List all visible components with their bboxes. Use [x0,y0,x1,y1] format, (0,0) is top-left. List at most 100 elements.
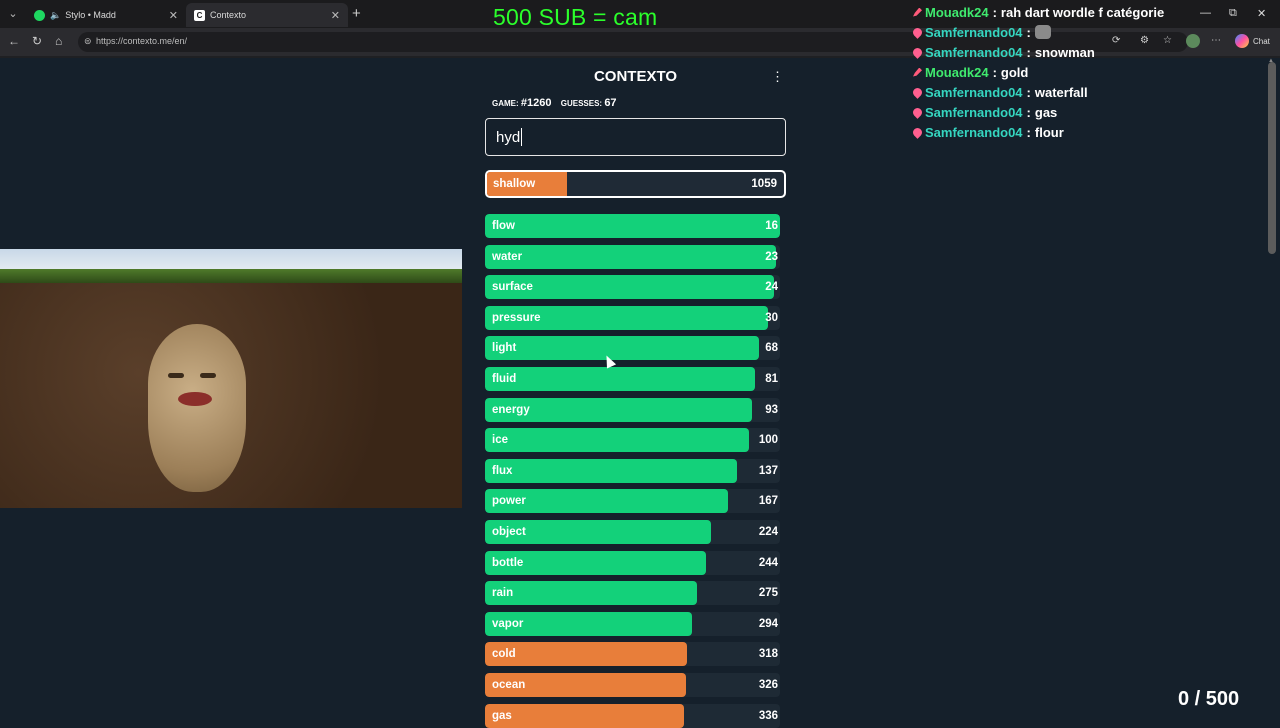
text-caret [521,128,522,146]
last-guess-word: shallow [493,178,536,190]
guess-row: rain 275 [485,581,780,606]
copilot-icon[interactable] [1235,34,1249,48]
restore-icon[interactable]: ⧉ [1229,7,1237,20]
pencil-badge-icon [913,67,922,77]
guess-row: ice 100 [485,428,780,453]
chat-message: Mouadk24: gold [913,62,1213,82]
chat-message: Samfernando04: flour [911,122,1213,142]
heart-badge-icon [911,85,924,99]
guess-word: flux [492,464,513,477]
guesses-count: 67 [604,97,617,109]
site-info-icon[interactable]: ⊜ [84,36,92,47]
guess-word: bottle [492,556,524,569]
speaker-icon[interactable]: 🔈 [50,10,61,21]
chat-username: Samfernando04 [925,24,1023,40]
chat-text: snowman [1034,44,1095,60]
heart-badge-icon [911,45,924,59]
guess-row: cold 318 [485,642,780,667]
guess-rank: 24 [765,281,778,294]
url-text[interactable]: https://contexto.me/en/ [96,36,187,46]
reload-icon[interactable]: ↻ [32,34,42,48]
guess-similarity-bar [485,428,750,453]
guess-rank: 137 [758,464,778,477]
guess-rank: 16 [765,220,778,232]
guess-word: rain [492,587,514,600]
cat-emote-icon [1034,25,1051,39]
chat-username: Samfernando04 [925,44,1023,60]
guess-row: gas 336 [485,703,780,728]
guess-rank: 81 [765,373,778,385]
guess-similarity-bar [485,214,780,238]
close-icon[interactable]: ✕ [169,9,178,22]
guess-similarity-bar [485,336,760,361]
guess-rank: 30 [765,311,778,324]
game-label: Game: [492,99,519,108]
chat-username: Mouadk24 [925,64,989,80]
guess-similarity-bar [485,458,738,483]
game-stats: Game: #1260 Guesses: 67 [492,97,624,109]
kebab-menu-icon[interactable]: ⋮ [771,69,784,85]
heart-badge-icon [911,125,924,139]
guess-rank: 326 [758,679,778,691]
guess-row: bottle 244 [485,550,780,575]
potato-mouth [178,392,212,406]
guess-word: fluid [492,373,517,385]
stream-overlay-title: 500 SUB = cam [493,4,658,30]
new-tab-icon[interactable]: + [352,5,361,22]
guess-similarity-bar [485,367,755,391]
guess-row: power 167 [485,489,780,514]
webcam-overlay [0,249,462,508]
chat-username: Samfernando04 [925,104,1023,120]
chat-message: Samfernando04: [911,22,1213,42]
tab-contexto[interactable]: C Contexto ✕ [186,3,348,27]
guess-word: ocean [492,679,526,691]
tab-spotify[interactable]: 🔈 Stylo • Madd ✕ [26,3,186,27]
guess-word: energy [492,403,530,416]
guess-row: light 68 [485,336,780,361]
tab-label: Contexto [210,10,247,20]
chat-separator: : [992,64,997,80]
last-guess-row: shallow 1059 [485,170,786,198]
guess-input[interactable] [485,118,786,156]
close-icon[interactable]: ✕ [331,9,340,22]
guess-word: power [492,495,526,508]
guess-word: object [492,526,526,538]
guess-rank: 100 [758,434,778,447]
guess-row: flow 16 [485,214,780,238]
game-title: CONTEXTO [593,68,678,85]
chat-text: waterfall [1034,84,1088,100]
stream-chat: Mouadk24: rah dart wordle f catégorie Samf… [911,2,1213,142]
chat-button[interactable]: Chat [1253,37,1270,46]
home-icon[interactable]: ⌂ [55,34,62,48]
tab-list-icon[interactable]: ⌄ [4,5,22,23]
back-icon[interactable]: ← [8,34,20,48]
guess-rank: 275 [758,587,778,600]
guesses-label: Guesses: [560,99,603,108]
guess-row: object 224 [485,520,780,544]
guess-rank: 68 [765,342,778,355]
sub-counter: 0 / 500 [1178,688,1240,710]
contexto-favicon: C [194,9,205,21]
close-window-icon[interactable]: ✕ [1257,7,1266,20]
potato-eye [168,373,184,378]
potato-eye [200,373,216,378]
spotify-icon [34,9,45,21]
last-guess-rank: 1059 [751,178,777,190]
chat-separator: : [1026,124,1031,140]
guess-word: pressure [492,311,541,324]
chat-separator: : [1026,44,1031,60]
guess-row: flux 137 [485,458,780,483]
guess-word: surface [492,281,533,294]
chat-message: Samfernando04: gas [911,102,1213,122]
guess-word: light [492,342,517,355]
guess-word: flow [492,220,515,232]
guess-rank: 224 [758,526,778,538]
guess-rank: 294 [758,617,778,630]
chat-username: Samfernando04 [925,124,1023,140]
page-scrollbar[interactable] [1268,62,1276,254]
heart-badge-icon [911,25,924,39]
chat-message: Mouadk24: rah dart wordle f catégorie [913,2,1213,22]
guess-word: cold [492,648,516,661]
guess-row: ocean 326 [485,673,780,697]
guess-similarity-bar [485,244,776,269]
